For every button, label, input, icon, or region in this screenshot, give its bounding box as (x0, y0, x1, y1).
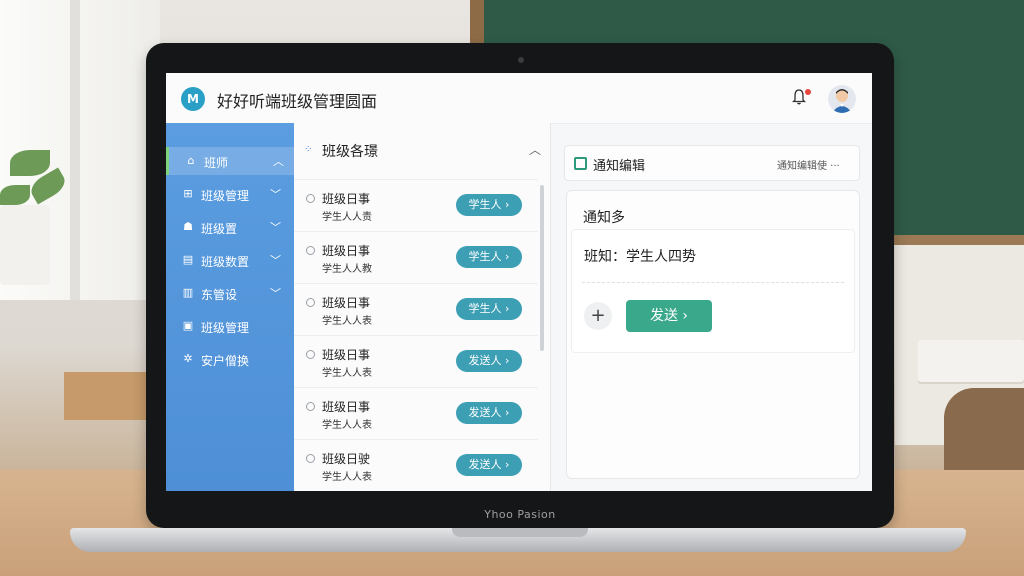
list-item[interactable]: 班级日事 学生人人表 学生人 › (294, 283, 538, 336)
user-avatar[interactable] (828, 85, 856, 113)
row-action-button[interactable]: 学生人 › (456, 298, 522, 320)
class-list-scrollbar[interactable] (540, 185, 544, 351)
notification-editor-card: 通知多 班知：学生人四势 + 发送 › (566, 190, 860, 479)
notification-dot (805, 89, 811, 95)
gear-icon: ✲ (183, 352, 193, 365)
sidebar-item-account-settings[interactable]: ✲ 安户僧换 (166, 345, 294, 373)
background-plant-pot (0, 205, 50, 285)
radio-button[interactable] (306, 298, 315, 307)
sidebar-item-label: 东管设 (201, 288, 238, 302)
add-attachment-button[interactable]: + (584, 302, 612, 330)
sidebar-item-class-admin[interactable]: ▣ 班级管理 (166, 312, 294, 340)
row-subtitle: 学生人人教 (322, 264, 372, 275)
list-item[interactable]: 班级日驶 学生人人表 发送人 › (294, 439, 538, 491)
laptop-brand: Yhoo Pasion (484, 508, 556, 521)
radio-button[interactable] (306, 246, 315, 255)
radio-button[interactable] (306, 402, 315, 411)
send-button[interactable]: 发送 › (626, 300, 712, 332)
home-icon: ⌂ (187, 154, 195, 167)
app-screen: M 好好听端班级管理圆面 ⌂ 班师 ︿ ⊞ 班级管理 ﹀ ☗ 班级置 ﹀ ▤ 班… (166, 73, 872, 491)
lock-icon: ▣ (182, 319, 194, 332)
row-subtitle: 学生人人责 (322, 212, 372, 223)
chevron-down-icon: ﹀ (270, 221, 281, 234)
edit-icon (574, 157, 587, 170)
row-subtitle: 学生人人表 (322, 472, 372, 483)
notification-more-menu[interactable]: 通知编辑使 ··· (777, 157, 840, 172)
list-item[interactable]: 班级日事 学生人人教 学生人 › (294, 231, 538, 284)
sidebar-item-label: 班级数置 (201, 255, 250, 269)
app-logo: M (181, 87, 205, 111)
background-plant-leaf (0, 185, 30, 205)
row-action-button[interactable]: 发送人 › (456, 454, 522, 476)
sidebar-item-label: 班级管理 (201, 189, 250, 203)
sidebar-item-label: 班级置 (201, 222, 238, 236)
chevron-down-icon: ﹀ (270, 188, 281, 201)
list-item[interactable]: 班级日事 学生人人表 发送人 › (294, 387, 538, 440)
list-item[interactable]: 班级日事 学生人人责 学生人 › (294, 179, 538, 232)
divider (582, 282, 844, 283)
sidebar-item-label: 班师 (204, 156, 229, 170)
chart-icon: ▤ (182, 253, 194, 266)
app-title: 好好听端班级管理圆面 (217, 92, 378, 111)
sidebar-item-class-management[interactable]: ⊞ 班级管理 ﹀ (166, 180, 294, 208)
sidebar-item-label: 安户僧换 (201, 354, 250, 368)
sidebar-item-class-data[interactable]: ▤ 班级数置 ﹀ (166, 246, 294, 274)
sidebar-item-home[interactable]: ⌂ 班师 ︿ (166, 147, 297, 175)
row-title: 班级日事 (322, 192, 371, 206)
sidebar: ⌂ 班师 ︿ ⊞ 班级管理 ﹀ ☗ 班级置 ﹀ ▤ 班级数置 ﹀ ▥ 东管设 ﹀… (166, 123, 297, 491)
radio-button[interactable] (306, 454, 315, 463)
notification-compose-area[interactable]: 班知：学生人四势 + 发送 › (571, 229, 855, 353)
chevron-up-icon[interactable]: ︿ (529, 141, 541, 158)
laptop-notch (452, 528, 588, 537)
grid-dots-icon: ⁘ (304, 144, 313, 155)
book-icon: ▥ (182, 286, 194, 299)
chevron-down-icon: ﹀ (270, 287, 281, 300)
row-title: 班级日事 (322, 400, 371, 414)
row-title: 班级日驶 (322, 452, 371, 466)
row-title: 班级日事 (322, 296, 371, 310)
notification-header: 通知编辑 通知编辑使 ··· (564, 145, 860, 181)
background-book (918, 340, 1024, 382)
background-plant-leaf (10, 150, 50, 176)
background-window-frame (70, 0, 80, 300)
sidebar-item-label: 班级管理 (201, 321, 250, 335)
chevron-up-icon: ︿ (273, 155, 284, 168)
sidebar-item-management[interactable]: ▥ 东管设 ﹀ (166, 279, 294, 307)
radio-button[interactable] (306, 350, 315, 359)
class-list-header: ⁘ 班级各璟 ︿ (294, 123, 550, 173)
row-action-button[interactable]: 学生人 › (456, 194, 522, 216)
row-action-button[interactable]: 发送人 › (456, 350, 522, 372)
row-title: 班级日事 (322, 244, 371, 258)
users-icon: ☗ (183, 220, 193, 233)
row-action-button[interactable]: 学生人 › (456, 246, 522, 268)
row-action-button[interactable]: 发送人 › (456, 402, 522, 424)
row-title: 班级日事 (322, 348, 371, 362)
sidebar-item-class-settings[interactable]: ☗ 班级置 ﹀ (166, 213, 294, 241)
top-bar: M 好好听端班级管理圆面 (166, 73, 872, 124)
notification-subtitle: 通知多 (583, 210, 625, 226)
chevron-down-icon: ﹀ (270, 254, 281, 267)
grid-icon: ⊞ (183, 187, 193, 200)
webcam (518, 57, 524, 63)
row-subtitle: 学生人人表 (322, 368, 372, 379)
row-subtitle: 学生人人表 (322, 316, 372, 327)
notification-content[interactable]: 班知：学生人四势 (584, 246, 696, 266)
class-list-title: 班级各璟 (322, 144, 378, 160)
notification-bell-icon[interactable] (792, 89, 806, 105)
list-item[interactable]: 班级日事 学生人人表 发送人 › (294, 335, 538, 388)
avatar-icon (832, 89, 852, 113)
notification-header-title: 通知编辑 (593, 159, 646, 174)
class-list-panel: ⁘ 班级各璟 ︿ 班级日事 学生人人责 学生人 › 班级日事 学生人人教 学生人… (294, 123, 551, 491)
radio-button[interactable] (306, 194, 315, 203)
row-subtitle: 学生人人表 (322, 420, 372, 431)
background-desk (64, 372, 154, 420)
